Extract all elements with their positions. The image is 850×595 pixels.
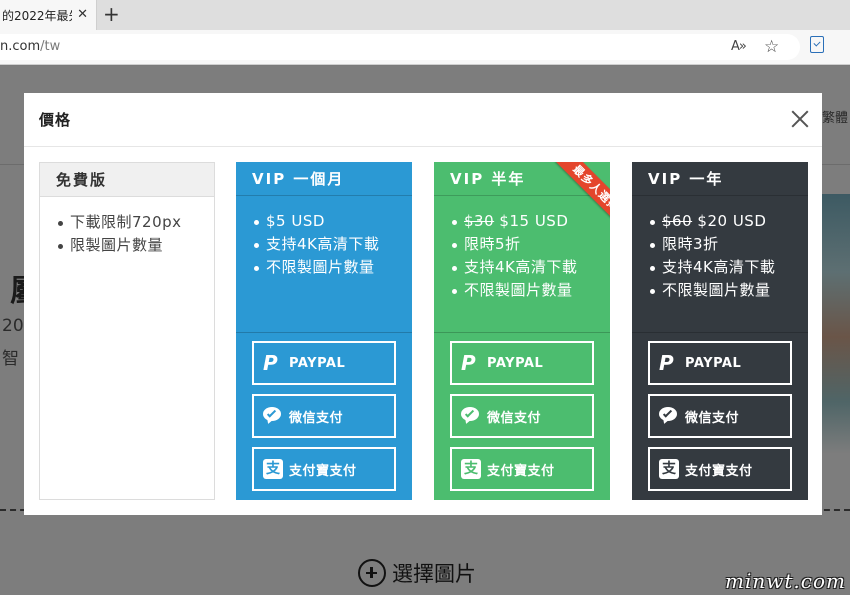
select-image-button[interactable]: 選擇圖片 bbox=[358, 558, 476, 588]
plan-card-vip-month: VIP 一個月 $5 USD 支持4K高清下載 不限製圖片數量 P PAYPAL… bbox=[236, 162, 412, 500]
browser-tab[interactable]: 的2022年最先 ✕ bbox=[0, 0, 97, 30]
payment-options: P PAYPAL 微信支付 支 支付寶支付 bbox=[434, 332, 610, 500]
alipay-button[interactable]: 支 支付寶支付 bbox=[252, 447, 396, 491]
new-tab-icon[interactable]: + bbox=[103, 3, 120, 25]
plan-card-free: 免費版 下載限制720px 限製圖片數量 bbox=[39, 162, 215, 500]
paypal-label: PAYPAL bbox=[487, 355, 544, 371]
current-price: $20 USD bbox=[697, 212, 767, 230]
feature-item: 限製圖片數量 bbox=[58, 234, 214, 257]
select-image-label: 選擇圖片 bbox=[392, 562, 476, 586]
wechat-pay-label: 微信支付 bbox=[487, 410, 542, 426]
feature-item: 不限製圖片數量 bbox=[650, 279, 808, 302]
alipay-button[interactable]: 支 支付寶支付 bbox=[648, 447, 792, 491]
plan-card-vip-year: VIP 一年 $60 $20 USD 限時3折 支持4K高清下載 不限製圖片數量… bbox=[632, 162, 808, 500]
hero-photo bbox=[822, 194, 850, 454]
add-favorite-icon[interactable]: ☆ bbox=[764, 37, 779, 57]
url-text: n.com/tw bbox=[0, 39, 60, 54]
page-text-line: 20 bbox=[2, 316, 24, 336]
alipay-label: 支付寶支付 bbox=[487, 463, 555, 479]
feature-item: 下載限制720px bbox=[58, 211, 214, 234]
paypal-button[interactable]: P PAYPAL bbox=[450, 341, 594, 385]
tab-bar: 的2022年最先 ✕ + bbox=[0, 0, 850, 30]
page-text-line: 智 bbox=[2, 349, 19, 369]
payment-options: P PAYPAL 微信支付 支 支付寶支付 bbox=[632, 332, 808, 500]
alipay-button[interactable]: 支 支付寶支付 bbox=[450, 447, 594, 491]
wechat-pay-label: 微信支付 bbox=[289, 410, 344, 426]
plan-features: $30 $15 USD 限時5折 支持4K高清下載 不限製圖片數量 bbox=[434, 196, 610, 302]
alipay-label: 支付寶支付 bbox=[289, 463, 357, 479]
payment-options: P PAYPAL 微信支付 支 支付寶支付 bbox=[236, 332, 412, 500]
paypal-icon: P bbox=[461, 351, 476, 375]
paypal-button[interactable]: P PAYPAL bbox=[252, 341, 396, 385]
plan-features: $60 $20 USD 限時3折 支持4K高清下載 不限製圖片數量 bbox=[632, 196, 808, 302]
paypal-label: PAYPAL bbox=[685, 355, 742, 371]
feature-item: 限時3折 bbox=[650, 233, 808, 256]
old-price: $60 bbox=[662, 212, 693, 230]
feature-item: 支持4K高清下載 bbox=[254, 233, 412, 256]
plan-title: VIP 一個月 bbox=[236, 162, 412, 196]
alipay-label: 支付寶支付 bbox=[685, 463, 753, 479]
feature-item: 限時5折 bbox=[452, 233, 610, 256]
url-domain: n.com bbox=[0, 39, 41, 54]
wechat-icon bbox=[263, 407, 283, 425]
paypal-icon: P bbox=[659, 351, 674, 375]
address-bar: n.com/tw A» ☆ bbox=[0, 30, 850, 65]
modal-header: 價格 bbox=[24, 93, 822, 147]
plan-features: 下載限制720px 限製圖片數量 bbox=[40, 197, 214, 257]
close-icon[interactable] bbox=[791, 110, 809, 128]
wechat-pay-label: 微信支付 bbox=[685, 410, 740, 426]
alipay-icon: 支 bbox=[263, 459, 283, 479]
plan-card-vip-half-year: VIP 半年 最多人選擇 $30 $15 USD 限時5折 支持4K高清下載 不… bbox=[434, 162, 610, 500]
plan-title: 免費版 bbox=[40, 163, 214, 197]
feature-item: 不限製圖片數量 bbox=[452, 279, 610, 302]
read-aloud-icon[interactable]: A» bbox=[731, 39, 747, 54]
feature-item: 支持4K高清下載 bbox=[650, 256, 808, 279]
alipay-icon: 支 bbox=[461, 459, 481, 479]
language-link[interactable]: 繁體 bbox=[822, 107, 848, 126]
plan-title: VIP 一年 bbox=[632, 162, 808, 196]
url-path: /tw bbox=[40, 39, 61, 54]
tab-title: 的2022年最先 bbox=[2, 8, 72, 23]
old-price: $30 bbox=[464, 212, 495, 230]
feature-item: 不限製圖片數量 bbox=[254, 256, 412, 279]
paypal-label: PAYPAL bbox=[289, 355, 346, 371]
price-item: $60 $20 USD bbox=[650, 210, 808, 233]
wechat-icon bbox=[659, 407, 679, 425]
current-price: $15 USD bbox=[499, 212, 569, 230]
feature-item: 支持4K高清下載 bbox=[452, 256, 610, 279]
wechat-pay-button[interactable]: 微信支付 bbox=[450, 394, 594, 438]
plus-circle-icon bbox=[358, 559, 386, 587]
wechat-pay-button[interactable]: 微信支付 bbox=[252, 394, 396, 438]
watermark: minwt.com bbox=[725, 569, 846, 593]
plan-features: $5 USD 支持4K高清下載 不限製圖片數量 bbox=[236, 196, 412, 279]
paypal-button[interactable]: P PAYPAL bbox=[648, 341, 792, 385]
alipay-icon: 支 bbox=[659, 459, 679, 479]
price-item: $30 $15 USD bbox=[452, 210, 610, 233]
pricing-modal: 價格 免費版 下載限制720px 限製圖片數量 VIP 一個月 $5 USD 支… bbox=[24, 93, 822, 515]
wechat-icon bbox=[461, 407, 481, 425]
tab-close-icon[interactable]: ✕ bbox=[77, 7, 88, 22]
wechat-pay-button[interactable]: 微信支付 bbox=[648, 394, 792, 438]
paypal-icon: P bbox=[263, 351, 278, 375]
modal-title: 價格 bbox=[39, 111, 72, 129]
feature-item: $5 USD bbox=[254, 210, 412, 233]
url-field[interactable]: n.com/tw A» ☆ bbox=[0, 34, 800, 60]
collections-icon[interactable] bbox=[810, 36, 824, 53]
